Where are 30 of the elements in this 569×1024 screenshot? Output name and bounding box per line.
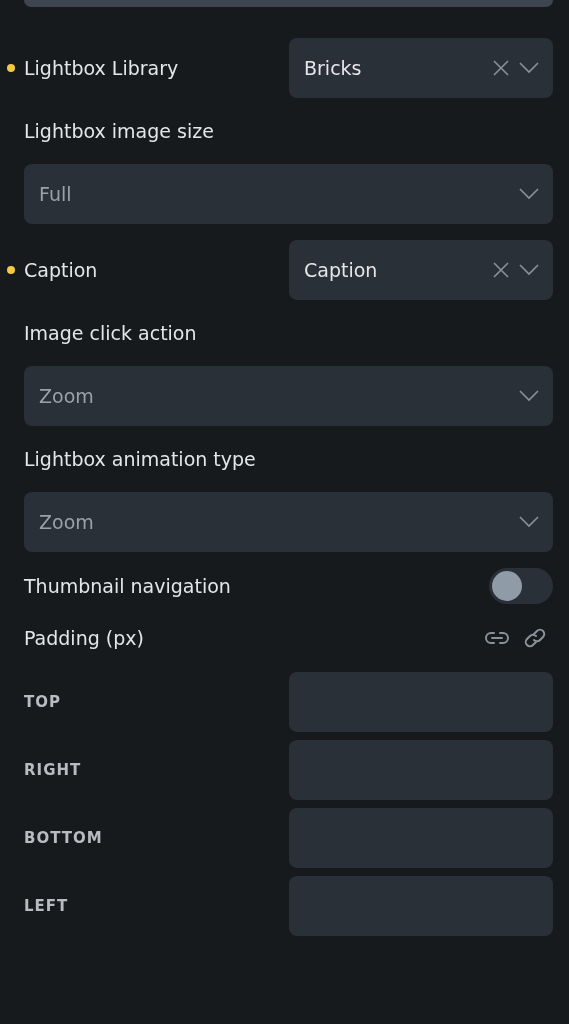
chevron-down-icon <box>519 188 539 200</box>
select-field[interactable]: Zoom <box>24 366 553 426</box>
field-label: Lightbox Library <box>24 56 289 80</box>
close-icon[interactable] <box>492 59 510 77</box>
select-field[interactable]: Zoom <box>24 492 553 552</box>
padding-input[interactable] <box>289 672 553 732</box>
field-label: Lightbox image size <box>24 119 215 143</box>
side-label: TOP <box>24 691 62 713</box>
side-label: BOTTOM <box>24 827 104 849</box>
side-label: RIGHT <box>24 759 83 781</box>
chain-icon[interactable] <box>523 627 547 649</box>
padding-input[interactable] <box>289 876 553 936</box>
chevron-down-icon <box>519 62 539 74</box>
side-label: LEFT <box>24 895 70 917</box>
chevron-down-icon <box>519 264 539 276</box>
field-label: Caption <box>24 258 289 282</box>
padding-input[interactable] <box>289 740 553 800</box>
chevron-down-icon <box>519 390 539 402</box>
link-icon[interactable] <box>485 631 509 645</box>
padding-input[interactable] <box>289 808 553 868</box>
toggle-switch[interactable] <box>489 568 553 604</box>
field-label: Thumbnail navigation <box>24 574 231 598</box>
close-icon[interactable] <box>492 261 510 279</box>
field-label: Lightbox animation type <box>24 447 257 471</box>
select-field[interactable]: Full <box>24 164 553 224</box>
field-label: Image click action <box>24 321 198 345</box>
select-field[interactable]: Bricks <box>289 38 553 98</box>
select-field[interactable]: Caption <box>289 240 553 300</box>
field-label: Padding (px) <box>24 626 144 650</box>
chevron-down-icon <box>519 516 539 528</box>
